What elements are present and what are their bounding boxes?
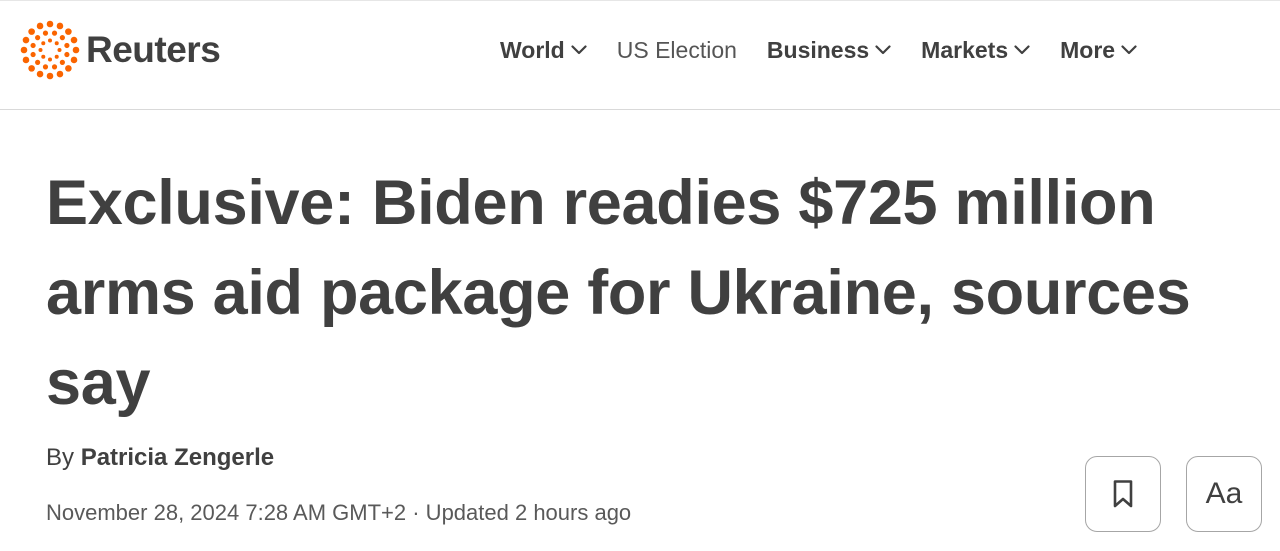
logo-dot xyxy=(46,20,54,28)
nav-item-us-election[interactable]: US Election xyxy=(617,37,737,64)
author-link[interactable]: Patricia Zengerle xyxy=(81,444,274,471)
logo-dot xyxy=(57,48,62,52)
logo-dot xyxy=(22,36,30,44)
logo-dot xyxy=(30,42,36,49)
logo-dot xyxy=(41,54,46,59)
logo-dot xyxy=(54,41,59,46)
logo-dot xyxy=(51,30,58,36)
text-size-button[interactable]: Aa xyxy=(1186,456,1262,532)
chevron-down-icon xyxy=(571,45,587,55)
nav-item-label: More xyxy=(1060,36,1116,63)
logo-dot xyxy=(48,38,52,43)
logo-dot xyxy=(46,72,54,80)
logo-dot xyxy=(59,35,65,41)
logo-dot xyxy=(48,57,52,62)
logo-dot xyxy=(41,41,46,46)
logo-dot xyxy=(20,46,28,54)
logo-dot xyxy=(70,56,78,64)
logo-dot xyxy=(64,51,70,58)
logo-dot xyxy=(42,64,49,70)
logo-dot xyxy=(64,42,70,49)
text-size-label: Aa xyxy=(1205,477,1243,510)
reuters-logo[interactable]: Reuters xyxy=(20,20,221,80)
logo-dot xyxy=(30,51,36,58)
nav-item-business[interactable]: Business xyxy=(767,37,891,64)
logo-dot xyxy=(28,65,35,72)
logo-dot xyxy=(36,70,44,78)
logo-dot xyxy=(36,22,44,30)
article-headline: Exclusive: Biden readies $725 million ar… xyxy=(46,168,1191,418)
main-nav: World US Election Business Markets More xyxy=(500,33,1167,67)
article-dateline: November 28, 2024 7:28 AM GMT+2 · Update… xyxy=(46,500,632,525)
nav-item-world[interactable]: World xyxy=(500,37,587,64)
nav-item-markets[interactable]: Markets xyxy=(921,37,1030,64)
logo-dot xyxy=(59,59,65,65)
chevron-down-icon xyxy=(875,45,891,55)
reuters-dots-logo-icon xyxy=(20,20,80,80)
nav-item-more[interactable]: More xyxy=(1060,37,1137,64)
logo-dot xyxy=(28,28,35,35)
bookmark-icon xyxy=(1113,480,1133,508)
logo-dot xyxy=(65,28,72,35)
logo-wordmark: Reuters xyxy=(86,29,221,70)
chevron-down-icon xyxy=(1014,45,1030,55)
logo-dot xyxy=(35,35,41,41)
byline-prefix: By xyxy=(46,444,75,471)
nav-item-label: Markets xyxy=(921,36,1009,63)
nav-item-label: Business xyxy=(766,36,870,63)
article-byline: By Patricia Zengerle xyxy=(46,444,274,472)
nav-item-label: US Election xyxy=(616,36,737,63)
chevron-down-icon xyxy=(1121,45,1137,55)
logo-dot xyxy=(42,30,49,36)
bookmark-button[interactable] xyxy=(1085,456,1161,532)
site-header: Reuters World US Election Business Marke… xyxy=(0,0,1280,110)
logo-dot xyxy=(35,59,41,65)
logo-dot xyxy=(22,56,30,64)
logo-dot xyxy=(38,48,43,52)
logo-dot xyxy=(72,46,80,54)
logo-dot xyxy=(65,65,72,72)
logo-dot xyxy=(56,70,64,78)
nav-item-label: World xyxy=(500,36,565,63)
logo-dot xyxy=(54,54,59,59)
logo-dot xyxy=(70,36,78,44)
logo-dot xyxy=(51,64,58,70)
logo-dot xyxy=(56,22,64,30)
